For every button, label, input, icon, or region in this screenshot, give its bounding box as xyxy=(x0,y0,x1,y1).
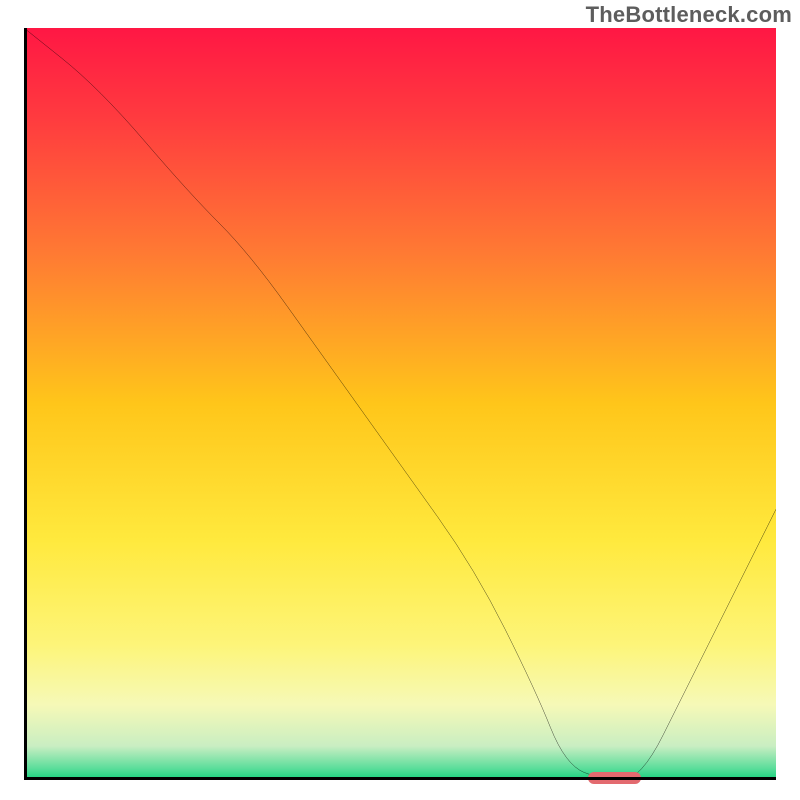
x-axis xyxy=(24,777,776,780)
bottleneck-curve xyxy=(24,28,776,780)
watermark-text: TheBottleneck.com xyxy=(586,2,792,28)
chart-container: TheBottleneck.com xyxy=(0,0,800,800)
plot-area xyxy=(24,28,776,780)
y-axis xyxy=(24,28,27,780)
